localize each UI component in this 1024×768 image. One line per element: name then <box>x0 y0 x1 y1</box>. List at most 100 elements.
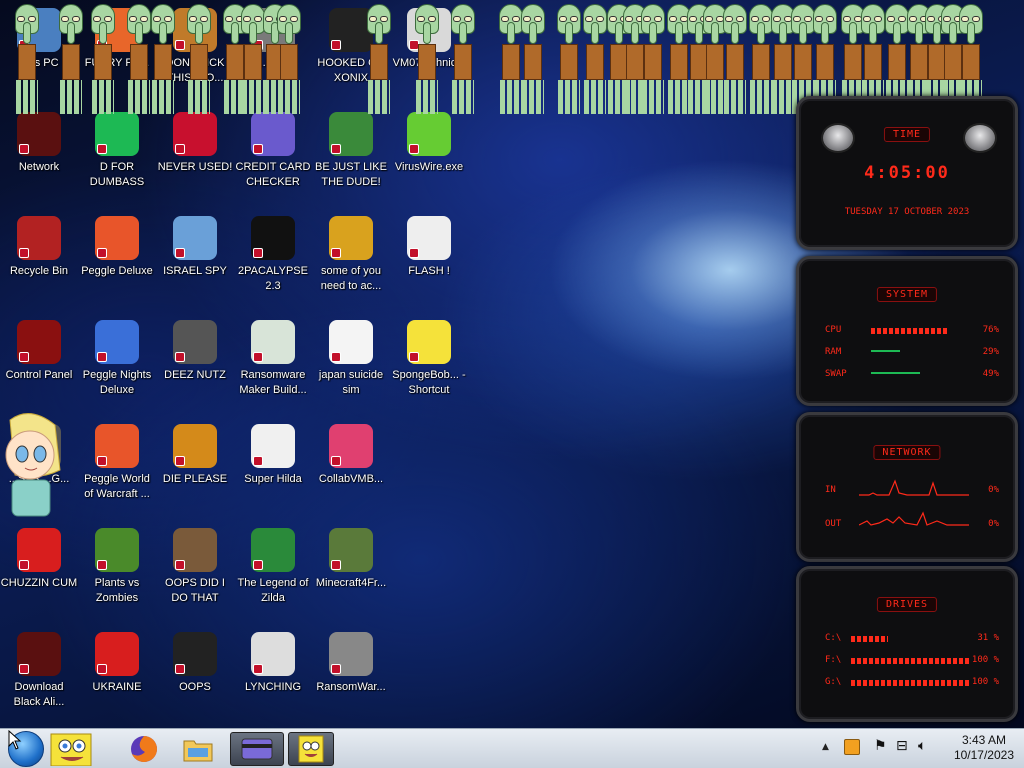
devcpp-icon <box>173 112 217 156</box>
taskbar-credit-card-checker[interactable] <box>230 732 284 766</box>
desktop-icon-label: CollabVMB... <box>318 473 384 485</box>
spongebob-icon <box>298 735 324 763</box>
drive-usage-fill <box>851 658 969 664</box>
desktop-icon[interactable]: ISRAEL SPY <box>156 216 234 279</box>
desktop-icon[interactable]: Peggle World of Warcraft ... <box>78 424 156 502</box>
desktop-icon[interactable]: Network <box>0 112 78 175</box>
radiation-icon <box>95 632 139 676</box>
squidward-figure <box>520 4 546 116</box>
squidward-figure <box>414 4 440 116</box>
shortcut-arrow-icon <box>253 352 263 362</box>
desktop-icon[interactable]: Peggle Deluxe <box>78 216 156 279</box>
shortcut-arrow-icon <box>97 456 107 466</box>
terminal-icon <box>251 216 295 260</box>
taskbar-spongebob-launcher[interactable] <box>40 732 102 766</box>
credit-card-icon <box>251 112 295 156</box>
desktop-icon-label: UKRAINE <box>92 681 142 693</box>
desktop-icon-label: The Legend of Zilda <box>237 577 309 604</box>
squidward-figure <box>582 4 608 116</box>
shortcut-arrow-icon <box>331 40 341 50</box>
squidward-figure <box>450 4 476 116</box>
desktop-icon-label: Super Hilda <box>244 473 302 485</box>
desktop-icon[interactable]: VirusWire.exe <box>390 112 468 175</box>
network-icon[interactable]: ⊟ <box>896 738 908 754</box>
desktop-icon[interactable]: Peggle Nights Deluxe <box>78 320 156 398</box>
desktop-icon-label: CREDIT CARD CHECKER <box>235 161 311 188</box>
desktop-icon[interactable]: LYNCHING <box>234 632 312 695</box>
squidward-figure <box>126 4 152 116</box>
network-out-value: 0% <box>988 519 999 529</box>
desktop-icon[interactable]: Recycle Bin <box>0 216 78 279</box>
desktop-icon[interactable]: 2PACALYPSE 2.3 <box>234 216 312 294</box>
desktop-icon-label: RansomWar... <box>316 681 386 693</box>
taskbar-spongebob-window[interactable] <box>288 732 334 766</box>
desktop-icon[interactable]: OOPS DID I DO THAT <box>156 528 234 606</box>
taskbar-clock[interactable]: 3:43 AM 10/17/2023 <box>954 733 1014 763</box>
widget-date: TUESDAY 17 OCTOBER 2023 <box>844 207 970 217</box>
drive-usage-bar <box>851 658 969 664</box>
alien-icon <box>17 112 61 156</box>
desktop-icon[interactable]: The Legend of Zilda <box>234 528 312 606</box>
network-out-label: OUT <box>825 519 842 529</box>
shortcut-arrow-icon <box>175 352 185 362</box>
system-row-value: 49% <box>982 369 999 379</box>
desktop-icon[interactable]: CREDIT CARD CHECKER <box>234 112 312 190</box>
shortcut-arrow-icon <box>175 664 185 674</box>
shortcut-arrow-icon <box>175 560 185 570</box>
desktop-icon-label: DEEZ NUTZ <box>164 369 226 381</box>
credit-card-icon <box>241 738 273 760</box>
system-usage-bar <box>871 328 971 334</box>
desktop-icon[interactable]: NEVER USED! <box>156 112 234 175</box>
drive-row-value: 31 % <box>977 633 999 643</box>
network-out-graph <box>859 511 969 526</box>
clock-date: 10/17/2023 <box>953 748 1014 762</box>
taskbar-firefox[interactable] <box>118 732 170 766</box>
shortcut-arrow-icon <box>97 664 107 674</box>
desktop-icon-label: Peggle World of Warcraft ... <box>84 473 150 500</box>
desktop-icon[interactable]: japan suicide sim <box>312 320 390 398</box>
peggle-icon <box>95 320 139 364</box>
app-tray-icon[interactable] <box>844 739 860 755</box>
squidward-figure <box>90 4 116 116</box>
shortcut-arrow-icon <box>175 144 185 154</box>
zilda-icon <box>251 528 295 572</box>
dog-icon <box>329 216 373 260</box>
desktop-icon-label: VirusWire.exe <box>394 161 464 173</box>
network-in-label: IN <box>825 485 836 495</box>
star-character-sticker <box>0 410 62 520</box>
desktop-icon[interactable]: CollabVMB... <box>312 424 390 487</box>
shortcut-arrow-icon <box>331 248 341 258</box>
desktop-icon[interactable]: D FOR DUMBASS <box>78 112 156 190</box>
shortcut-arrow-icon <box>97 144 107 154</box>
peggle-icon <box>95 216 139 260</box>
shortcut-arrow-icon <box>19 144 29 154</box>
desktop-icon[interactable]: OOPS <box>156 632 234 695</box>
desktop-icon[interactable]: FLASH ! <box>390 216 468 279</box>
desktop-icon[interactable]: Download Black Ali... <box>0 632 78 710</box>
desktop-icon[interactable]: CHUZZIN CUM <box>0 528 78 591</box>
desktop-icon[interactable]: some of you need to ac... <box>312 216 390 294</box>
taskbar-file-explorer[interactable] <box>172 732 224 766</box>
mouse-cursor-icon <box>8 730 22 750</box>
show-hidden-icons-icon[interactable]: ▲ <box>822 742 829 752</box>
desktop-icon-label: OOPS DID I DO THAT <box>165 577 225 604</box>
squidward-figure <box>640 4 666 116</box>
squidward-figure <box>276 4 302 116</box>
desktop-icon-label: OOPS <box>179 681 211 693</box>
desktop-icon[interactable]: UKRAINE <box>78 632 156 695</box>
desktop-icon[interactable]: DIE PLEASE <box>156 424 234 487</box>
desktop-icon[interactable]: RansomWar... <box>312 632 390 695</box>
desktop-icon-label: ISRAEL SPY <box>163 265 227 277</box>
desktop-icon[interactable]: Plants vs Zombies <box>78 528 156 606</box>
desktop-icon[interactable]: BE JUST LIKE THE DUDE! <box>312 112 390 190</box>
desktop-icon[interactable]: DEEZ NUTZ <box>156 320 234 383</box>
desktop-icon[interactable]: Ransomware Maker Build... <box>234 320 312 398</box>
action-center-flag-icon[interactable]: ⚑ <box>874 738 887 754</box>
desktop-icon[interactable]: Minecraft4Fr... <box>312 528 390 591</box>
desktop-icon[interactable]: SpongeBob... - Shortcut <box>390 320 468 398</box>
volume-icon[interactable]: 🔈︎ <box>918 738 926 754</box>
desktop-icon[interactable]: Control Panel <box>0 320 78 383</box>
desktop-icon[interactable]: Super Hilda <box>234 424 312 487</box>
network-icon <box>173 216 217 260</box>
shortcut-arrow-icon <box>97 352 107 362</box>
